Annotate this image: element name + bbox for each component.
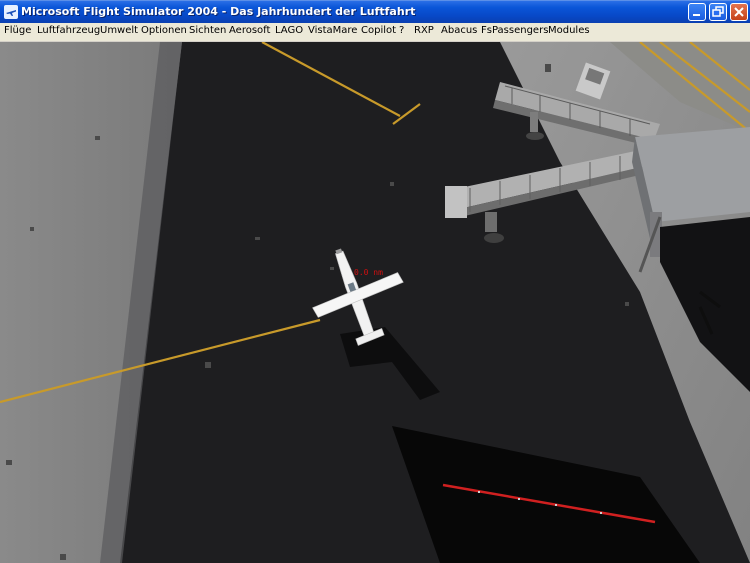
menu-modules[interactable]: Modules xyxy=(548,25,590,36)
menu-lago[interactable]: LAGO xyxy=(275,25,303,36)
restore-icon xyxy=(712,6,724,17)
menu-fspassengers[interactable]: FsPassengers xyxy=(481,25,548,36)
close-button[interactable] xyxy=(730,3,748,21)
plane-app-icon xyxy=(4,5,18,19)
menu-fluege[interactable]: Flüge xyxy=(4,25,31,36)
menu-optionen[interactable]: Optionen xyxy=(141,25,187,36)
title-bar[interactable]: Microsoft Flight Simulator 2004 - Das Ja… xyxy=(0,0,750,23)
restore-button[interactable] xyxy=(709,3,727,21)
aircraft-distance-label: 0.0 nm xyxy=(354,268,383,277)
menu-umwelt[interactable]: Umwelt xyxy=(100,25,138,36)
window-title: Microsoft Flight Simulator 2004 - Das Ja… xyxy=(21,5,416,18)
minimize-button[interactable] xyxy=(688,3,706,21)
menu-vistamare[interactable]: VistaMare xyxy=(308,25,357,36)
menu-copilot[interactable]: Copilot xyxy=(361,25,396,36)
app-window: Microsoft Flight Simulator 2004 - Das Ja… xyxy=(0,0,750,563)
menu-luftfahrzeug[interactable]: Luftfahrzeug xyxy=(37,25,100,36)
menu-rxp[interactable]: RXP xyxy=(414,25,434,36)
menu-bar: Flüge Luftfahrzeug Umwelt Optionen Sicht… xyxy=(0,23,750,42)
menu-aerosoft[interactable]: Aerosoft xyxy=(229,25,270,36)
minimize-icon xyxy=(693,14,700,16)
menu-sichten[interactable]: Sichten xyxy=(189,25,226,36)
close-icon xyxy=(734,7,744,17)
sim-3d-view[interactable]: 0.0 nm xyxy=(0,42,750,563)
airport-apron-scene xyxy=(0,42,750,563)
menu-help[interactable]: ? xyxy=(399,25,404,36)
menu-abacus[interactable]: Abacus xyxy=(441,25,477,36)
